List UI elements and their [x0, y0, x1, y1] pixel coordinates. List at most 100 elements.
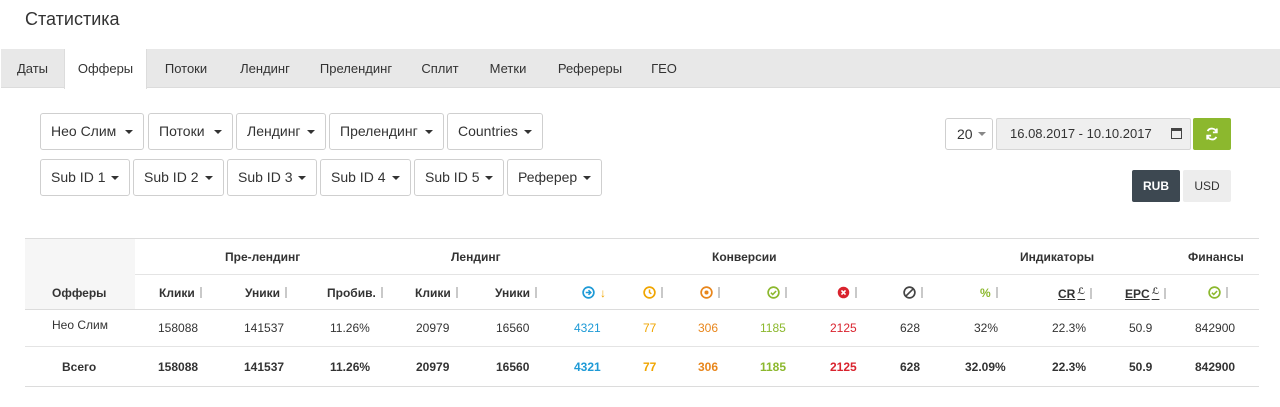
subid2-filter-dropdown[interactable]: Sub ID 2: [133, 159, 224, 196]
header-pre-breakthrough[interactable]: Пробив.: [327, 286, 383, 300]
subid3-filter-dropdown[interactable]: Sub ID 3: [227, 159, 317, 196]
cell-finance: 842900: [1195, 360, 1236, 374]
tab-geo[interactable]: ГЕО: [637, 49, 691, 88]
cell-land-clicks: 20979: [416, 360, 450, 374]
header-pre-clicks[interactable]: Клики: [159, 286, 202, 300]
cell-epc: 50.9: [1129, 360, 1153, 374]
cell-conv-rejected: 2125: [830, 360, 857, 374]
caret-down-icon: [583, 176, 591, 180]
header-land-clicks[interactable]: Клики: [415, 286, 458, 300]
tab-landing[interactable]: Лендинг: [225, 49, 305, 88]
referer-filter-dropdown[interactable]: Реферер: [507, 159, 602, 196]
tab-streams[interactable]: Потоки: [147, 49, 225, 88]
cell-conv-total: 4321: [574, 360, 601, 374]
info-icon: ℒ: [1151, 286, 1160, 296]
caret-down-icon: [214, 130, 222, 134]
header-percent[interactable]: %: [980, 286, 998, 300]
subid4-filter-dropdown[interactable]: Sub ID 4: [320, 159, 411, 196]
tab-offers[interactable]: Офферы: [64, 49, 147, 89]
cell-pre-uniques: 141537: [244, 321, 285, 335]
table-group-row: Пре-лендинг Лендинг Конверсии Индикаторы…: [135, 239, 1259, 275]
sort-icon: [718, 287, 720, 298]
caret-down-icon: [205, 176, 213, 180]
sort-icon: [380, 287, 383, 298]
header-land-uniques[interactable]: Уники: [495, 286, 538, 300]
header-epc[interactable]: EPC ℒ: [1125, 286, 1167, 301]
referer-filter-label: Реферер: [518, 169, 578, 185]
header-conv-rejected[interactable]: [837, 286, 857, 300]
header-conv-pending[interactable]: [700, 286, 720, 300]
group-indicators: Индикаторы: [1020, 250, 1095, 264]
per-page-value: 20: [957, 126, 973, 142]
table-row: Нео Слим 158088 141537 11.26% 20979 1656…: [25, 310, 1259, 347]
cell-pre-breakthrough: 11.26%: [330, 360, 371, 374]
prelanding-filter-dropdown[interactable]: Прелендинг: [329, 113, 444, 150]
group-landing: Лендинг: [451, 250, 501, 264]
calendar-icon: [1171, 128, 1182, 139]
cell-conv-trash: 628: [900, 360, 921, 374]
caret-down-icon: [524, 130, 532, 134]
x-circle-icon: [837, 286, 850, 299]
tab-referers[interactable]: Рефереры: [543, 49, 637, 88]
pending-circle-icon: [700, 286, 713, 299]
cell-epc: 50.9: [1129, 321, 1153, 335]
cell-pre-uniques: 141537: [244, 360, 285, 374]
sort-icon: [1226, 287, 1228, 298]
subid1-filter-label: Sub ID 1: [51, 169, 106, 185]
group-prelanding: Пре-лендинг: [225, 250, 301, 264]
offer-filter-label: Нео Слим: [51, 123, 117, 139]
subid5-filter-label: Sub ID 5: [425, 169, 480, 185]
tab-split[interactable]: Сплит: [407, 49, 473, 88]
header-finance[interactable]: [1208, 286, 1228, 300]
header-conv-approved[interactable]: [767, 286, 787, 300]
subid1-filter-dropdown[interactable]: Sub ID 1: [40, 159, 130, 196]
ban-icon: [903, 286, 916, 299]
caret-down-icon: [485, 176, 493, 180]
info-icon: ℒ: [1077, 286, 1086, 296]
cell-conv-hold: 77: [643, 360, 657, 374]
currency-usd-button[interactable]: USD: [1183, 170, 1231, 202]
cell-pre-clicks: 158088: [158, 321, 199, 335]
refresh-button[interactable]: [1193, 118, 1231, 150]
countries-filter-dropdown[interactable]: Countries: [447, 113, 543, 150]
subid5-filter-dropdown[interactable]: Sub ID 5: [414, 159, 504, 196]
row-name[interactable]: Нео Слим: [52, 318, 108, 332]
cell-conv-pending[interactable]: 306: [698, 321, 718, 335]
cell-conv-pending: 306: [698, 360, 719, 374]
per-page-select[interactable]: 20: [945, 118, 993, 150]
header-conv-hold[interactable]: [643, 286, 663, 300]
header-pre-uniques[interactable]: Уники: [245, 286, 288, 300]
tab-prelanding[interactable]: Прелендинг: [305, 49, 407, 88]
cell-conv-hold[interactable]: 77: [643, 321, 656, 335]
sort-icon: [1090, 288, 1093, 299]
cell-land-uniques: 16560: [496, 321, 530, 335]
group-conversions: Конверсии: [712, 250, 777, 264]
table-header-row: Клики Уники Пробив. Клики Уники ↓ % CR ℒ …: [25, 275, 1259, 310]
tab-tags[interactable]: Метки: [473, 49, 543, 88]
cell-conv-approved[interactable]: 1185: [760, 321, 786, 335]
offer-filter-dropdown[interactable]: Нео Слим: [40, 113, 144, 150]
cell-conv-rejected[interactable]: 2125: [830, 321, 857, 335]
sort-icon: [661, 287, 663, 298]
cell-finance: 842900: [1195, 321, 1236, 335]
check-circle-icon: [767, 286, 780, 299]
landing-filter-dropdown[interactable]: Лендинг: [236, 113, 326, 150]
streams-filter-label: Потоки: [159, 123, 205, 139]
header-cr[interactable]: CR ℒ: [1058, 286, 1093, 301]
currency-rub-button[interactable]: RUB: [1132, 170, 1180, 202]
header-conv-total[interactable]: ↓: [582, 286, 606, 300]
cell-conv-trash[interactable]: 628: [900, 321, 920, 335]
stats-table: Офферы Пре-лендинг Лендинг Конверсии Инд…: [25, 238, 1259, 387]
streams-filter-dropdown[interactable]: Потоки: [148, 113, 233, 150]
sort-icon: [921, 287, 923, 298]
sort-icon: [199, 287, 202, 298]
row-name: Всего: [62, 360, 97, 374]
subid4-filter-label: Sub ID 4: [331, 169, 386, 185]
sort-icon: [455, 287, 458, 298]
table-total-row: Всего 158088 141537 11.26% 20979 16560 4…: [25, 347, 1259, 387]
page-title: Статистика: [25, 9, 120, 29]
header-conv-trash[interactable]: [903, 286, 923, 300]
cell-conv-total[interactable]: 4321: [574, 321, 601, 335]
date-range-input[interactable]: 16.08.2017 - 10.10.2017: [996, 118, 1191, 150]
tab-dates[interactable]: Даты: [1, 49, 64, 88]
